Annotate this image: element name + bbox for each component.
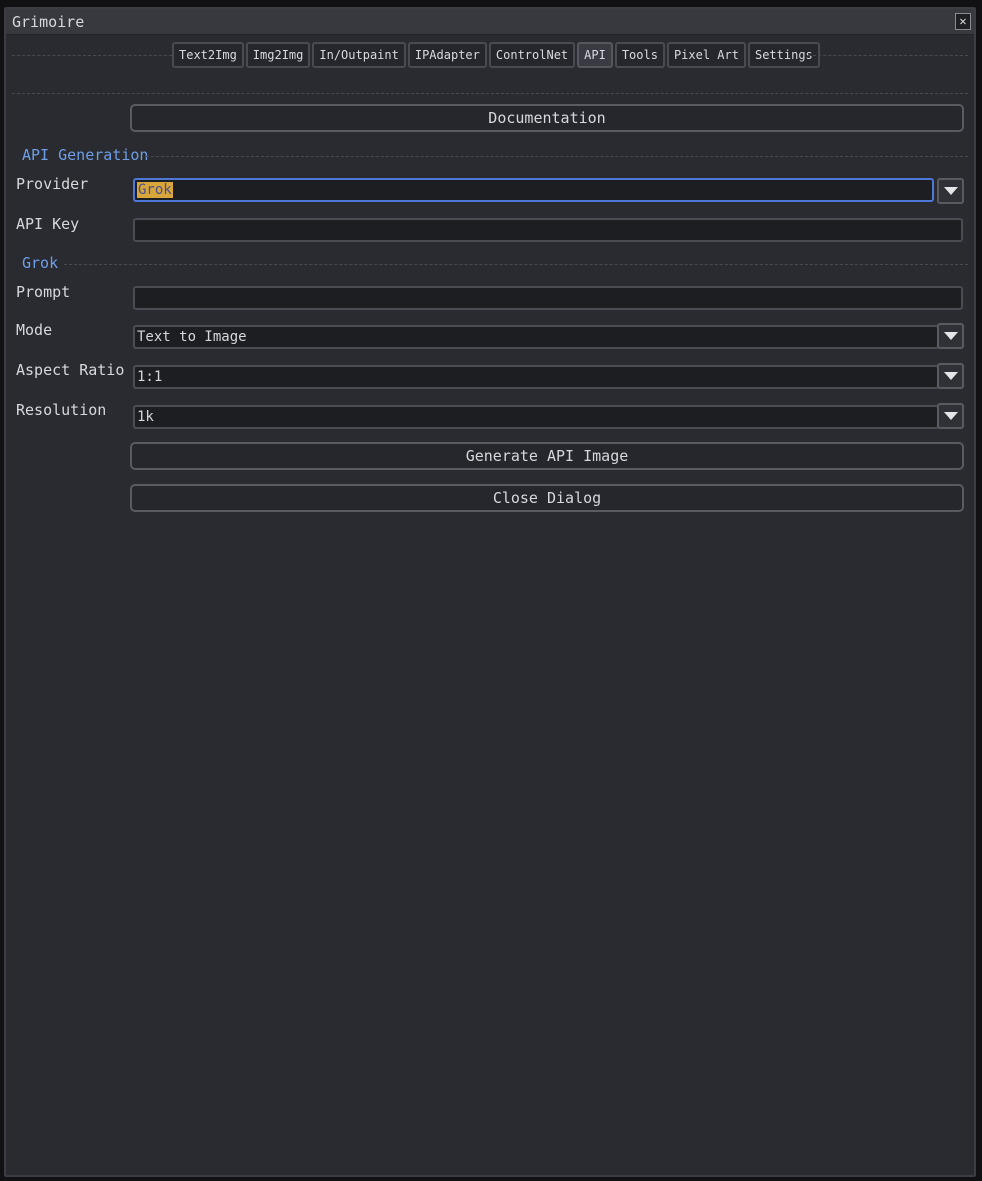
section-api-generation-divider	[146, 156, 968, 157]
mode-label: Mode	[16, 321, 53, 339]
tab-divider-left	[12, 55, 172, 56]
resolution-label: Resolution	[16, 401, 107, 419]
resolution-dropdown-arrow-icon[interactable]	[937, 403, 964, 429]
provider-select[interactable]: Grok	[133, 178, 934, 202]
documentation-button[interactable]: Documentation	[130, 104, 964, 132]
api-key-label: API Key	[16, 215, 80, 233]
window-title: Grimoire	[12, 13, 85, 31]
tab-text2img[interactable]: Text2Img	[172, 42, 244, 68]
prompt-field[interactable]	[133, 286, 963, 310]
tab-bar: Text2Img Img2Img In/Outpaint IPAdapter C…	[172, 42, 820, 68]
prompt-label: Prompt	[16, 283, 71, 301]
grimoire-window: Grimoire ✕ Text2Img Img2Img In/Outpaint …	[4, 7, 976, 1177]
generate-api-image-button[interactable]: Generate API Image	[130, 442, 964, 470]
aspect-ratio-label: Aspect Ratio	[16, 361, 125, 379]
provider-value: Grok	[137, 182, 173, 198]
close-icon[interactable]: ✕	[955, 13, 971, 30]
content-divider	[12, 93, 968, 94]
provider-dropdown-arrow-icon[interactable]	[937, 178, 964, 204]
tab-in-outpaint[interactable]: In/Outpaint	[312, 42, 406, 68]
tab-ipadapter[interactable]: IPAdapter	[407, 42, 487, 68]
provider-label: Provider	[16, 175, 89, 193]
close-dialog-button[interactable]: Close Dialog	[130, 484, 964, 512]
mode-select[interactable]: Text to Image	[133, 325, 939, 349]
tab-controlnet[interactable]: ControlNet	[488, 42, 576, 68]
title-bar[interactable]: Grimoire ✕	[6, 9, 974, 35]
tab-api[interactable]: API	[577, 42, 613, 68]
tab-pixel-art[interactable]: Pixel Art	[666, 42, 746, 68]
api-key-field[interactable]	[133, 218, 963, 242]
resolution-select[interactable]: 1k	[133, 405, 939, 429]
aspect-ratio-dropdown-arrow-icon[interactable]	[937, 363, 964, 389]
aspect-ratio-select[interactable]: 1:1	[133, 365, 939, 389]
mode-dropdown-arrow-icon[interactable]	[937, 323, 964, 349]
section-grok: Grok	[22, 254, 59, 272]
tab-img2img[interactable]: Img2Img	[245, 42, 311, 68]
section-api-generation: API Generation	[22, 146, 149, 164]
tab-tools[interactable]: Tools	[614, 42, 665, 68]
tab-divider-right	[808, 55, 968, 56]
section-grok-divider	[64, 264, 968, 265]
